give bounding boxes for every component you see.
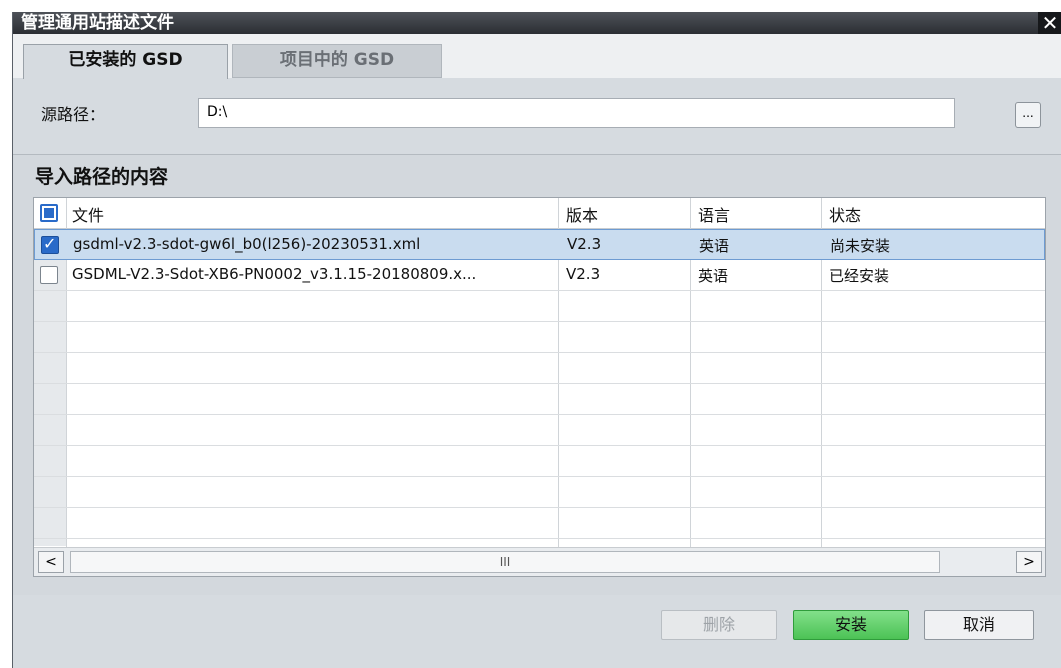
file-name-cell: gsdml-v2.3-sdot-gw6l_b0(l256)-20230531.x… (73, 235, 421, 253)
language-cell: 英语 (698, 267, 729, 285)
table-header: 文件 版本 语言 状态 (34, 198, 1045, 229)
delete-button[interactable]: 删除 (661, 610, 777, 640)
file-name-cell: GSDML-V2.3-Sdot-XB6-PN0002_v3.1.15-20180… (72, 265, 477, 283)
horizontal-scrollbar[interactable]: < III > (34, 547, 1045, 576)
status-cell: 已经安装 (829, 267, 890, 285)
title-bar[interactable]: 管理通用站描述文件 ✕ (13, 12, 1061, 34)
column-header-version[interactable]: 版本 (566, 202, 598, 226)
empty-row (34, 508, 1045, 539)
row-checkbox[interactable] (41, 234, 59, 254)
dialog-title: 管理通用站描述文件 (21, 13, 174, 33)
status-cell: 尚未安装 (830, 237, 891, 255)
browse-button[interactable]: ... (1015, 102, 1041, 128)
select-all-checkbox[interactable] (40, 204, 58, 222)
tab-strip: 已安装的 GSD 项目中的 GSD (13, 34, 1061, 79)
empty-row (34, 477, 1045, 508)
section-title: 导入路径的内容 (35, 166, 169, 188)
source-path-input[interactable]: D:\ (198, 98, 955, 128)
tab-installed-gsd[interactable]: 已安装的 GSD (23, 44, 228, 79)
table-row[interactable]: GSDML-V2.3-Sdot-XB6-PN0002_v3.1.15-20180… (34, 260, 1045, 291)
version-cell: V2.3 (566, 265, 601, 283)
row-checkbox[interactable] (40, 266, 58, 284)
install-button[interactable]: 安装 (793, 610, 909, 640)
manage-gsd-dialog: 管理通用站描述文件 ✕ 已安装的 GSD 项目中的 GSD 源路径： D:\ .… (12, 12, 1061, 668)
scroll-left-icon[interactable]: < (38, 551, 64, 573)
language-cell: 英语 (699, 237, 730, 255)
close-icon[interactable]: ✕ (1038, 12, 1061, 34)
column-header-language[interactable]: 语言 (698, 202, 730, 226)
scrollbar-thumb[interactable]: III (70, 551, 940, 573)
empty-row (34, 415, 1045, 446)
empty-row (34, 291, 1045, 322)
scroll-right-icon[interactable]: > (1016, 551, 1042, 573)
empty-row (34, 322, 1045, 353)
tab-project-gsd[interactable]: 项目中的 GSD (232, 44, 442, 78)
gsd-file-table: 文件 版本 语言 状态 gsdml-v2.3-sdot-gw6l_b0(l256… (33, 197, 1046, 577)
source-path-label: 源路径： (41, 105, 106, 124)
empty-row (34, 446, 1045, 477)
version-cell: V2.3 (567, 235, 602, 253)
column-header-status[interactable]: 状态 (829, 202, 861, 226)
cancel-button[interactable]: 取消 (924, 610, 1034, 640)
column-header-file[interactable]: 文件 (72, 202, 104, 226)
empty-row (34, 384, 1045, 415)
table-row[interactable]: gsdml-v2.3-sdot-gw6l_b0(l256)-20230531.x… (34, 229, 1045, 260)
empty-row (34, 353, 1045, 384)
